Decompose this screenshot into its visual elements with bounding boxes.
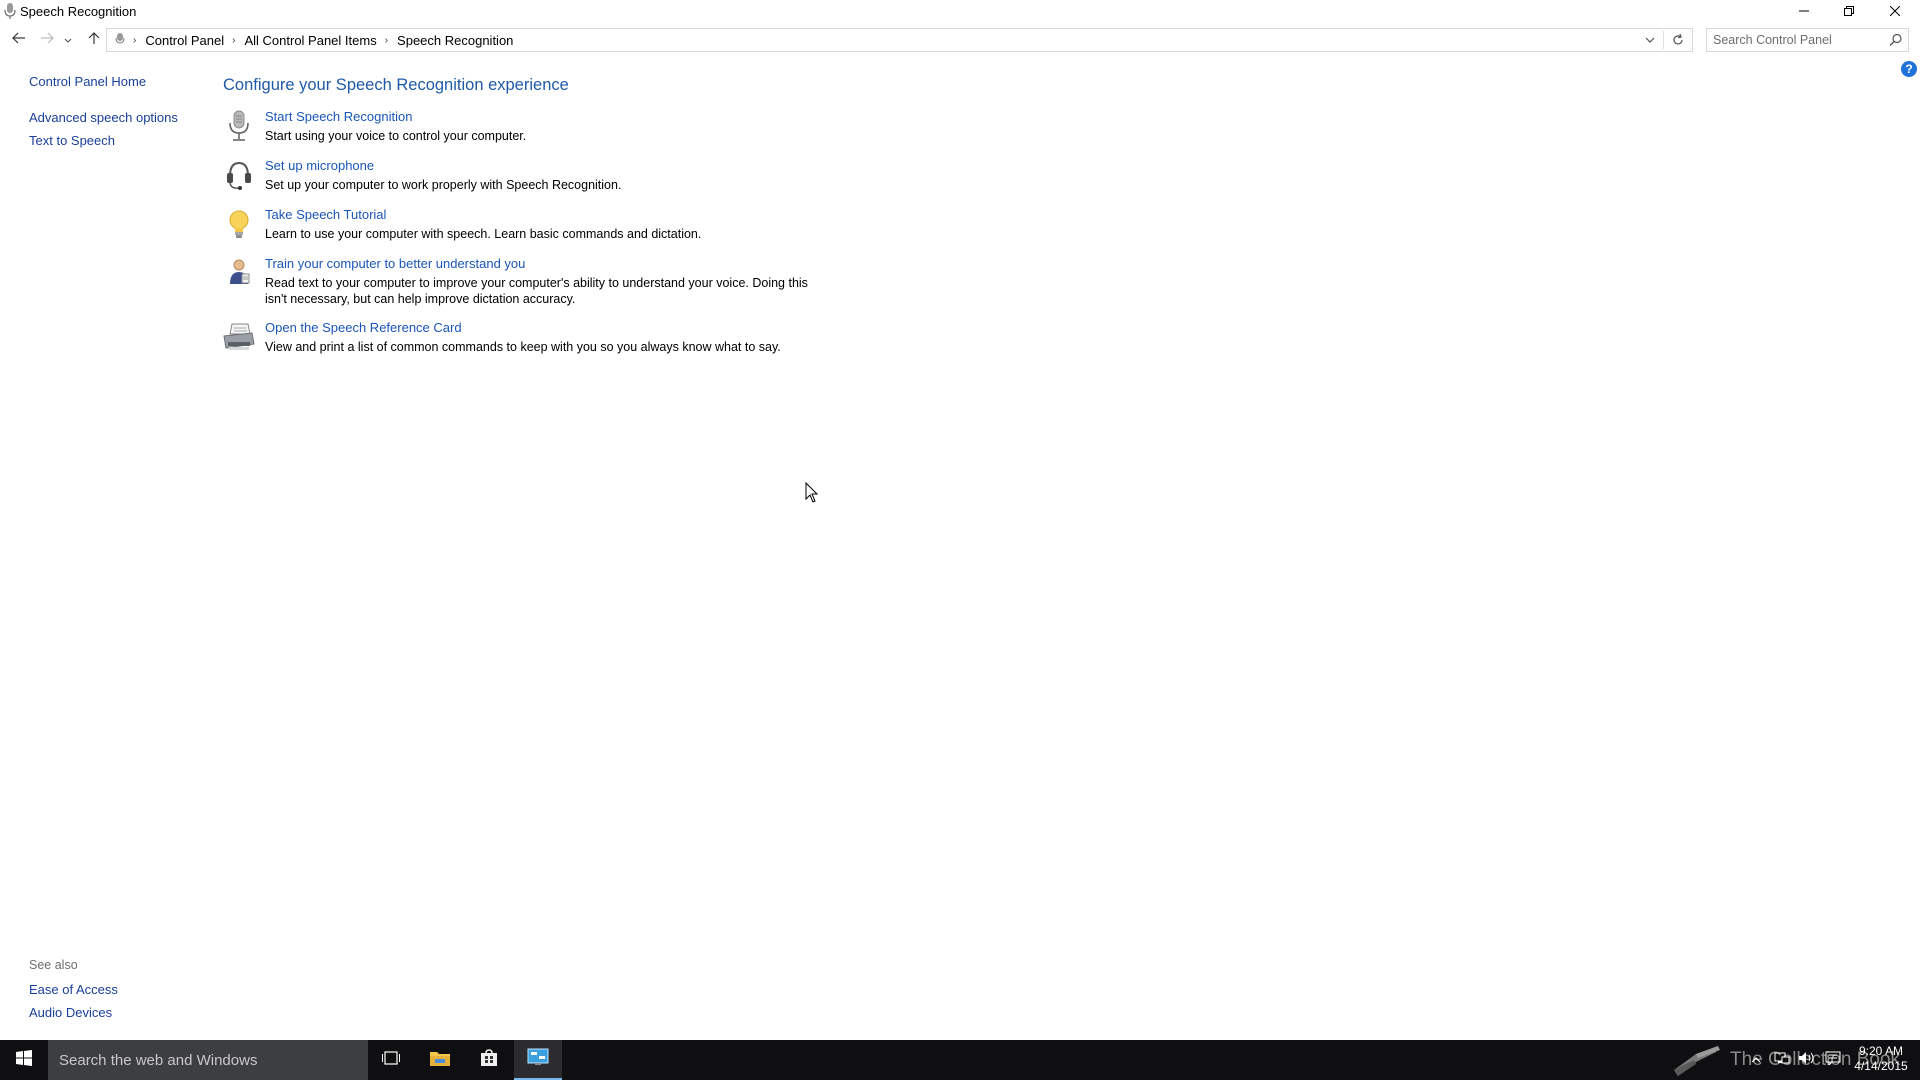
chevron-up-icon — [1751, 1051, 1761, 1069]
address-bar[interactable]: › Control Panel › All Control Panel Item… — [106, 28, 1693, 52]
help-button[interactable]: ? — [1901, 61, 1917, 77]
see-also-label: See also — [29, 958, 78, 972]
volume-button[interactable] — [1796, 1040, 1818, 1080]
book-icon — [1670, 1044, 1722, 1083]
chevron-down-icon — [64, 31, 72, 49]
address-dropdown-icon[interactable] — [1642, 32, 1658, 48]
taskbar-search-text: Search the web and Windows — [59, 1052, 258, 1069]
minimize-button[interactable] — [1781, 0, 1827, 22]
headset-icon — [222, 158, 256, 192]
store-icon — [480, 1048, 498, 1072]
location-icon — [115, 32, 125, 49]
taskbar-search[interactable]: Search the web and Windows — [48, 1040, 368, 1080]
recent-locations-button[interactable] — [62, 30, 74, 50]
restore-icon — [1844, 6, 1854, 16]
control-panel-icon — [527, 1048, 549, 1071]
start-speech-recognition-link[interactable]: Start Speech Recognition — [265, 109, 412, 124]
mouse-cursor-icon — [805, 481, 819, 504]
text-to-speech-link[interactable]: Text to Speech — [29, 133, 115, 148]
restore-button[interactable] — [1826, 0, 1872, 22]
address-divider — [1663, 31, 1664, 49]
file-explorer-button[interactable] — [416, 1040, 464, 1080]
clock[interactable]: 9:20 AM 4/14/2015 — [1846, 1044, 1916, 1074]
printer-icon — [222, 320, 256, 354]
close-button[interactable] — [1872, 0, 1918, 22]
show-hidden-icons-button[interactable] — [1748, 1040, 1764, 1080]
up-button[interactable] — [84, 30, 104, 50]
control-panel-home-link[interactable]: Control Panel Home — [29, 74, 146, 89]
breadcrumb-all-items[interactable]: All Control Panel Items — [244, 33, 376, 48]
breadcrumb: › Control Panel › All Control Panel Item… — [115, 29, 513, 51]
breadcrumb-control-panel[interactable]: Control Panel — [145, 33, 224, 48]
arrow-left-icon — [12, 31, 26, 49]
clock-time: 9:20 AM — [1858, 1044, 1904, 1058]
search-box[interactable] — [1706, 28, 1909, 52]
window-title: Speech Recognition — [20, 4, 137, 19]
user-training-icon — [222, 256, 256, 290]
ease-of-access-link[interactable]: Ease of Access — [29, 982, 118, 997]
arrow-up-icon — [88, 31, 100, 50]
speech-reference-card-link[interactable]: Open the Speech Reference Card — [265, 320, 462, 335]
task-description: Set up your computer to work properly wi… — [265, 178, 622, 192]
control-panel-taskbar-button[interactable] — [514, 1040, 562, 1080]
forward-button[interactable] — [37, 30, 57, 50]
notification-icon — [1825, 1051, 1841, 1070]
task-description: View and print a list of common commands… — [265, 340, 781, 354]
minimize-icon — [1799, 6, 1809, 16]
navigation-bar: › Control Panel › All Control Panel Item… — [0, 26, 1920, 56]
take-speech-tutorial-link[interactable]: Take Speech Tutorial — [265, 207, 386, 222]
advanced-speech-options-link[interactable]: Advanced speech options — [29, 110, 178, 125]
notifications-button[interactable] — [1822, 1040, 1844, 1080]
speaker-icon — [1798, 1051, 1816, 1070]
lightbulb-icon — [222, 207, 256, 241]
set-up-microphone-link[interactable]: Set up microphone — [265, 158, 374, 173]
train-computer-link[interactable]: Train your computer to better understand… — [265, 256, 525, 271]
task-view-button[interactable] — [367, 1040, 415, 1080]
page-title: Configure your Speech Recognition experi… — [223, 76, 569, 94]
taskbar: Search the web and Windows The Collectio… — [0, 1040, 1920, 1080]
refresh-icon[interactable] — [1670, 32, 1686, 48]
network-icon — [1774, 1051, 1790, 1070]
folder-icon — [429, 1049, 451, 1072]
breadcrumb-separator: › — [384, 34, 389, 46]
windows-logo-icon — [16, 1049, 32, 1071]
task-description: Start using your voice to control your c… — [265, 129, 527, 143]
store-button[interactable] — [465, 1040, 513, 1080]
search-icon[interactable] — [1888, 32, 1904, 48]
back-button[interactable] — [9, 30, 29, 50]
search-input[interactable] — [1713, 32, 1883, 48]
clock-date: 4/14/2015 — [1854, 1059, 1908, 1073]
task-description: Read text to your computer to improve yo… — [265, 276, 808, 306]
start-button[interactable] — [0, 1040, 48, 1080]
title-bar: Speech Recognition — [0, 0, 1920, 22]
arrow-right-icon — [40, 31, 54, 49]
breadcrumb-speech-recognition[interactable]: Speech Recognition — [397, 33, 513, 48]
audio-devices-link[interactable]: Audio Devices — [29, 1005, 112, 1020]
microphone-icon — [3, 2, 17, 20]
close-icon — [1890, 6, 1900, 16]
task-description: Learn to use your computer with speech. … — [265, 227, 702, 241]
breadcrumb-separator: › — [232, 34, 236, 46]
breadcrumb-separator: › — [133, 34, 137, 46]
task-view-icon — [382, 1050, 400, 1070]
microphone-icon — [222, 109, 256, 143]
network-button[interactable] — [1771, 1040, 1793, 1080]
